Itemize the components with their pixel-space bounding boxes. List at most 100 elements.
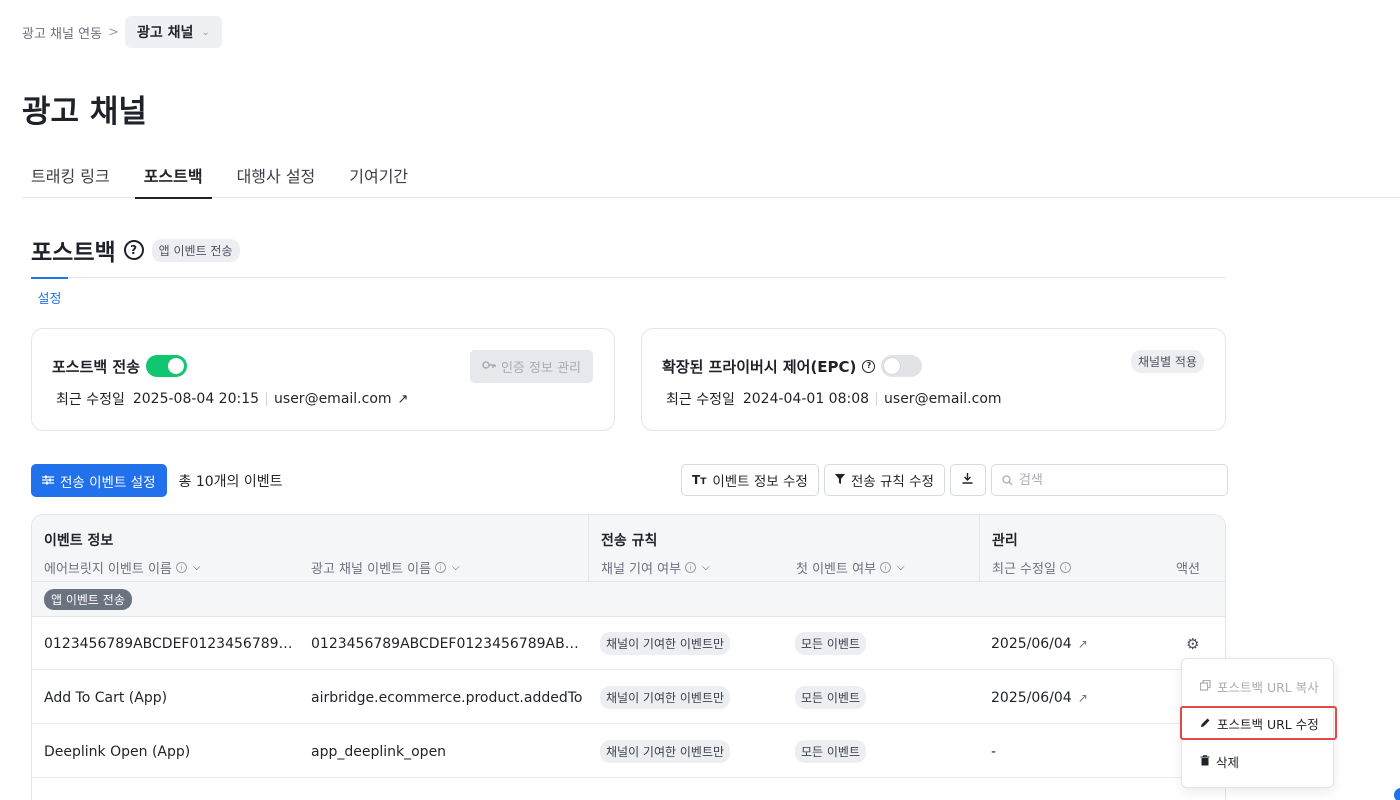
app-event-group-badge: 앱 이벤트 전송 (44, 589, 132, 610)
toolbar-right: TT 이벤트 정보 수정 전송 규칙 수정 (681, 464, 1228, 496)
info-icon: i (435, 562, 447, 573)
cell-channel-event: app_deeplink_open (311, 743, 447, 760)
external-link-icon[interactable]: ↗ (1078, 637, 1088, 651)
updated-date: 2025/06/04 (991, 689, 1072, 706)
menu-edit-label: 포스트백 URL 수정 (1217, 716, 1319, 732)
copy-icon (1199, 679, 1211, 694)
download-button[interactable] (949, 464, 986, 496)
epc-title: 확장된 프라이버시 제어(EPC) (662, 357, 857, 376)
events-table: 이벤트 정보 에어브릿지 이벤트 이름 i ⌵ 광고 채널 이벤트 이름 i ⌵… (31, 514, 1226, 800)
table-row[interactable]: Add To Cart (App) airbridge.ecommerce.pr… (32, 671, 1225, 724)
first-event-pill: 모든 이벤트 (795, 740, 867, 763)
chevron-down-icon: ⌄ (201, 26, 210, 38)
chevron-down-icon: ⌵ (897, 562, 905, 573)
col-first-event-label: 첫 이벤트 여부 (796, 562, 877, 577)
edit-send-rule-button[interactable]: 전송 규칙 수정 (823, 464, 945, 496)
group-title-event-info: 이벤트 정보 (44, 533, 114, 549)
epc-toggle[interactable] (881, 355, 923, 377)
external-link-icon[interactable]: ↗ (398, 392, 409, 407)
send-event-settings-button[interactable]: 전송 이벤트 설정 (31, 464, 167, 497)
pencil-icon (1200, 716, 1211, 731)
meta-divider (876, 392, 878, 406)
info-icon: i (175, 562, 187, 573)
first-event-pill: 모든 이벤트 (795, 632, 867, 655)
cell-updated: 2025/06/04 ↗ (991, 617, 1088, 670)
help-icon[interactable]: ? (123, 240, 144, 260)
postback-send-title: 포스트백 전송 (52, 357, 141, 376)
info-icon: i (1059, 562, 1071, 573)
gear-icon[interactable]: ⚙ (1186, 635, 1199, 653)
updated-date: - (991, 743, 997, 760)
cell-updated: - (991, 725, 996, 778)
auth-info-button[interactable]: 인증 정보 관리 (469, 350, 593, 383)
filter-icon (834, 472, 845, 488)
group-title-manage: 관리 (992, 533, 1018, 549)
edit-event-info-button[interactable]: TT 이벤트 정보 수정 (681, 464, 819, 496)
group-event-info: 이벤트 정보 에어브릿지 이벤트 이름 i ⌵ 광고 채널 이벤트 이름 i ⌵ (32, 515, 588, 582)
section-title: 포스트백 (31, 240, 116, 266)
menu-delete[interactable]: 삭제 (1182, 744, 1333, 778)
breadcrumb-separator: > (108, 24, 119, 40)
tab-agency-settings[interactable]: 대행사 설정 (228, 152, 325, 198)
edit-send-rule-label: 전송 규칙 수정 (850, 474, 934, 490)
attributed-pill: 채널이 기여한 이벤트만 (600, 686, 731, 709)
breadcrumb: 광고 채널 연동 > 광고 채널 ⌄ (22, 16, 222, 48)
key-icon (482, 359, 496, 374)
col-channel-attributed-label: 채널 기여 여부 (601, 562, 682, 577)
cell-attributed: 채널이 기여한 이벤트만 (600, 671, 731, 724)
cell-airbridge-event: Add To Cart (App) (44, 689, 168, 706)
cell-airbridge-event: 0123456789ABCDEF0123456789… (44, 635, 293, 652)
search-icon (1002, 471, 1013, 490)
group-manage: 관리 최근 수정일 i 액션 (979, 515, 1225, 582)
col-updated-label: 최근 수정일 (992, 562, 1056, 577)
chevron-down-icon: ⌵ (452, 562, 460, 573)
channel-selector[interactable]: 광고 채널 ⌄ (124, 16, 222, 48)
search-input[interactable] (1018, 472, 1209, 488)
col-channel-event[interactable]: 광고 채널 이벤트 이름 i ⌵ (311, 558, 460, 577)
settings-sliders-icon (42, 473, 54, 489)
subtab-settings[interactable]: 설정 (31, 277, 68, 307)
group-send-rule: 전송 규칙 채널 기여 여부 i ⌵ 첫 이벤트 여부 i ⌵ (588, 515, 979, 582)
col-first-event[interactable]: 첫 이벤트 여부 i ⌵ (796, 558, 905, 577)
epc-header: 확장된 프라이버시 제어(EPC) ? (662, 355, 923, 377)
menu-edit-postback-url[interactable]: 포스트백 URL 수정 (1180, 706, 1337, 740)
table-row[interactable]: 0123456789ABCDEF0123456789… 0123456789AB… (32, 617, 1225, 670)
col-action-label: 액션 (1176, 562, 1200, 577)
download-icon (962, 472, 973, 488)
breadcrumb-parent[interactable]: 광고 채널 연동 (22, 23, 102, 42)
external-link-icon[interactable]: ↗ (1078, 691, 1088, 705)
toolbar-left: 전송 이벤트 설정 총 10개의 이벤트 (31, 464, 283, 497)
help-icon[interactable]: ? (862, 359, 876, 373)
col-action: 액션 (1176, 558, 1200, 577)
updated-user: user@email.com (274, 391, 392, 407)
cell-first-event: 모든 이벤트 (795, 671, 867, 724)
col-airbridge-event-label: 에어브릿지 이벤트 이름 (44, 562, 172, 577)
per-channel-badge: 채널별 적용 (1130, 350, 1204, 373)
cell-airbridge-event: Deeplink Open (App) (44, 743, 191, 760)
tab-tracking-link[interactable]: 트래킹 링크 (22, 152, 119, 198)
table-row[interactable] (32, 779, 1225, 800)
auth-info-label: 인증 정보 관리 (500, 361, 581, 376)
cell-channel-event: 0123456789ABCDEF0123456789AB… (311, 635, 579, 652)
chat-widget-button[interactable] (1394, 788, 1400, 800)
attributed-pill: 채널이 기여한 이벤트만 (600, 632, 731, 655)
section-badge: 앱 이벤트 전송 (151, 238, 240, 262)
chevron-down-icon: ⌵ (702, 562, 710, 573)
menu-copy-postback-url[interactable]: 포스트백 URL 복사 (1182, 669, 1333, 703)
tab-attribution-window[interactable]: 기여기간 (340, 152, 417, 198)
updated-date: 2025/06/04 (991, 635, 1072, 652)
postback-send-card: 포스트백 전송 최근 수정일 2025-08-04 20:15 user@ema… (31, 328, 615, 431)
cell-updated: 2025/06/04 ↗ (991, 671, 1088, 724)
table-row[interactable]: Deeplink Open (App) app_deeplink_open 채널… (32, 725, 1225, 778)
send-event-settings-label: 전송 이벤트 설정 (60, 474, 156, 491)
col-channel-attributed[interactable]: 채널 기여 여부 i ⌵ (601, 558, 710, 577)
sub-tabs: 설정 (31, 277, 1226, 307)
postback-send-toggle[interactable] (146, 355, 188, 377)
main-tabs: 트래킹 링크 포스트백 대행사 설정 기여기간 (22, 152, 1400, 199)
updated-label: 최근 수정일 (666, 392, 735, 408)
col-airbridge-event[interactable]: 에어브릿지 이벤트 이름 i ⌵ (44, 558, 200, 577)
group-title-send-rule: 전송 규칙 (601, 533, 658, 549)
tab-postback[interactable]: 포스트백 (134, 152, 212, 199)
cell-attributed: 채널이 기여한 이벤트만 (600, 617, 731, 670)
updated-date: 2024-04-01 08:08 (742, 391, 870, 407)
